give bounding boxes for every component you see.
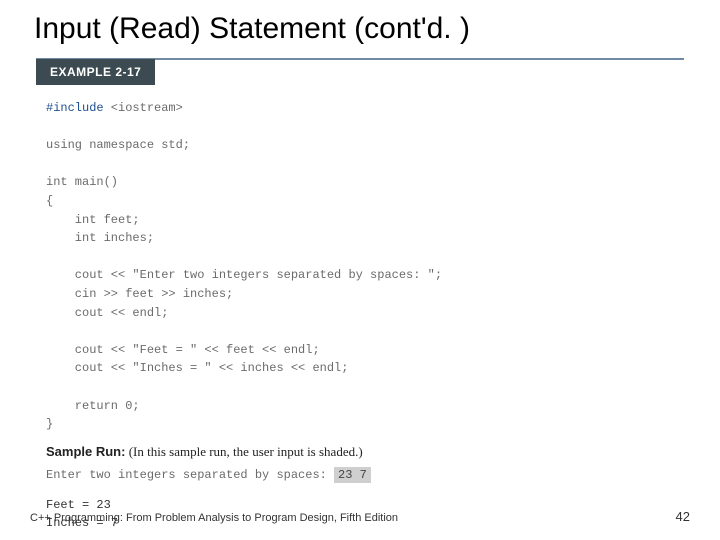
code-endl: cout << endl; <box>46 306 168 320</box>
code-include-directive: #include <box>46 101 104 115</box>
sample-run-label: Sample Run: (In this sample run, the use… <box>46 444 690 460</box>
code-cout-feet: cout << "Feet = " << feet << endl; <box>46 343 320 357</box>
code-cin: cin >> feet >> inches; <box>46 287 233 301</box>
sample-run-note: (In this sample run, the user input is s… <box>125 444 362 459</box>
sample-run-user-input: 23 7 <box>334 467 371 483</box>
code-block: #include <iostream> using namespace std;… <box>46 99 690 434</box>
code-std: std; <box>161 138 190 152</box>
code-decl-inches: int inches; <box>46 231 154 245</box>
code-main: int main() <box>46 175 118 189</box>
code-cout-prompt: cout << "Enter two integers separated by… <box>46 268 442 282</box>
code-using: using namespace <box>46 138 161 152</box>
footer-text: C++ Programming: From Problem Analysis t… <box>30 512 398 524</box>
page-number: 42 <box>676 509 690 524</box>
code-return: return 0; <box>46 399 140 413</box>
sample-run-bold: Sample Run: <box>46 444 125 459</box>
footer: C++ Programming: From Problem Analysis t… <box>30 509 690 524</box>
slide: Input (Read) Statement (cont'd. ) EXAMPL… <box>0 0 720 540</box>
code-close-brace: } <box>46 417 53 431</box>
slide-title: Input (Read) Statement (cont'd. ) <box>34 12 690 46</box>
code-open-brace: { <box>46 194 53 208</box>
sample-run-prompt: Enter two integers separated by spaces: <box>46 468 334 482</box>
code-decl-feet: int feet; <box>46 213 140 227</box>
sample-run-prompt-line: Enter two integers separated by spaces: … <box>46 468 690 482</box>
example-badge: EXAMPLE 2-17 <box>36 59 155 85</box>
code-iostream: <iostream> <box>104 101 183 115</box>
code-cout-inches: cout << "Inches = " << inches << endl; <box>46 361 348 375</box>
